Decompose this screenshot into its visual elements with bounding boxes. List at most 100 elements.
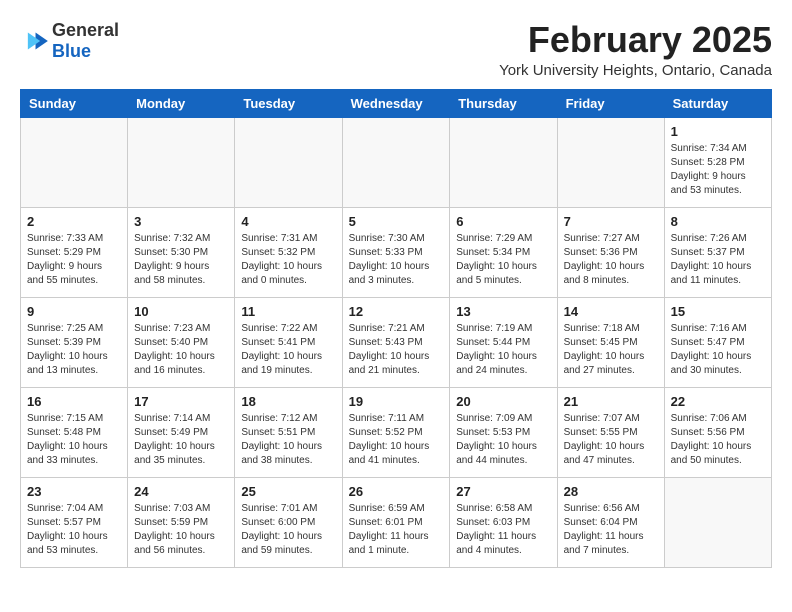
day-info: Sunrise: 7:14 AM Sunset: 5:49 PM Dayligh… bbox=[134, 412, 228, 468]
calendar-week-2: 2 Sunrise: 7:33 AM Sunset: 5:29 PM Daylig… bbox=[21, 207, 772, 297]
day-info: Sunrise: 7:09 AM Sunset: 5:53 PM Dayligh… bbox=[456, 412, 550, 468]
day-number: 25 bbox=[241, 484, 335, 499]
weekday-header-sunday: Sunday bbox=[21, 89, 128, 117]
calendar-cell: 24 Sunrise: 7:03 AM Sunset: 5:59 PM Dayli… bbox=[128, 477, 235, 567]
calendar-cell bbox=[128, 117, 235, 207]
month-year-title: February 2025 bbox=[499, 20, 772, 60]
calendar-cell bbox=[235, 117, 342, 207]
calendar-cell: 21Sunrise: 7:07 AM Sunset: 5:55 PM Dayli… bbox=[557, 387, 664, 477]
day-info: Sunrise: 7:04 AM Sunset: 5:57 PM Dayligh… bbox=[27, 502, 121, 558]
day-info: Sunrise: 7:03 AM Sunset: 5:59 PM Dayligh… bbox=[134, 502, 228, 558]
location-subtitle: York University Heights, Ontario, Canada bbox=[499, 62, 772, 79]
day-number: 5 bbox=[349, 214, 444, 229]
day-info: Sunrise: 7:06 AM Sunset: 5:56 PM Dayligh… bbox=[671, 412, 765, 468]
calendar-cell: 5 Sunrise: 7:30 AM Sunset: 5:33 PM Daylig… bbox=[342, 207, 450, 297]
logo-text: General Blue bbox=[52, 20, 119, 62]
day-info: Sunrise: 7:30 AM Sunset: 5:33 PM Dayligh… bbox=[349, 232, 444, 288]
calendar-cell: 4Sunrise: 7:31 AM Sunset: 5:32 PM Daylig… bbox=[235, 207, 342, 297]
day-number: 24 bbox=[134, 484, 228, 499]
day-info: Sunrise: 7:16 AM Sunset: 5:47 PM Dayligh… bbox=[671, 322, 765, 378]
day-info: Sunrise: 7:11 AM Sunset: 5:52 PM Dayligh… bbox=[349, 412, 444, 468]
day-info: Sunrise: 7:27 AM Sunset: 5:36 PM Dayligh… bbox=[564, 232, 658, 288]
calendar-cell bbox=[21, 117, 128, 207]
day-number: 7 bbox=[564, 214, 658, 229]
day-number: 6 bbox=[456, 214, 550, 229]
calendar-cell: 13Sunrise: 7:19 AM Sunset: 5:44 PM Dayli… bbox=[450, 297, 557, 387]
day-info: Sunrise: 7:07 AM Sunset: 5:55 PM Dayligh… bbox=[564, 412, 658, 468]
day-number: 19 bbox=[349, 394, 444, 409]
calendar-cell: 9 Sunrise: 7:25 AM Sunset: 5:39 PM Daylig… bbox=[21, 297, 128, 387]
day-number: 18 bbox=[241, 394, 335, 409]
day-number: 3 bbox=[134, 214, 228, 229]
day-info: Sunrise: 7:33 AM Sunset: 5:29 PM Dayligh… bbox=[27, 232, 121, 288]
calendar-cell bbox=[557, 117, 664, 207]
day-info: Sunrise: 7:18 AM Sunset: 5:45 PM Dayligh… bbox=[564, 322, 658, 378]
calendar-cell: 3Sunrise: 7:32 AM Sunset: 5:30 PM Daylig… bbox=[128, 207, 235, 297]
weekday-header-thursday: Thursday bbox=[450, 89, 557, 117]
day-number: 27 bbox=[456, 484, 550, 499]
page-header: General Blue February 2025 York Universi… bbox=[20, 20, 772, 79]
calendar-cell: 6 Sunrise: 7:29 AM Sunset: 5:34 PM Daylig… bbox=[450, 207, 557, 297]
weekday-header-wednesday: Wednesday bbox=[342, 89, 450, 117]
calendar-week-5: 23 Sunrise: 7:04 AM Sunset: 5:57 PM Dayli… bbox=[21, 477, 772, 567]
day-info: Sunrise: 7:25 AM Sunset: 5:39 PM Dayligh… bbox=[27, 322, 121, 378]
day-info: Sunrise: 7:22 AM Sunset: 5:41 PM Dayligh… bbox=[241, 322, 335, 378]
calendar-cell: 12 Sunrise: 7:21 AM Sunset: 5:43 PM Dayli… bbox=[342, 297, 450, 387]
title-section: February 2025 York University Heights, O… bbox=[499, 20, 772, 79]
calendar-week-1: 1 Sunrise: 7:34 AM Sunset: 5:28 PM Daylig… bbox=[21, 117, 772, 207]
calendar-cell: 22 Sunrise: 7:06 AM Sunset: 5:56 PM Dayli… bbox=[664, 387, 771, 477]
logo-blue: Blue bbox=[52, 41, 91, 61]
day-number: 15 bbox=[671, 304, 765, 319]
calendar-cell: 7 Sunrise: 7:27 AM Sunset: 5:36 PM Daylig… bbox=[557, 207, 664, 297]
logo: General Blue bbox=[20, 20, 119, 62]
calendar-cell: 25 Sunrise: 7:01 AM Sunset: 6:00 PM Dayli… bbox=[235, 477, 342, 567]
day-info: Sunrise: 7:15 AM Sunset: 5:48 PM Dayligh… bbox=[27, 412, 121, 468]
calendar-cell: 20 Sunrise: 7:09 AM Sunset: 5:53 PM Dayli… bbox=[450, 387, 557, 477]
day-number: 20 bbox=[456, 394, 550, 409]
day-info: Sunrise: 6:58 AM Sunset: 6:03 PM Dayligh… bbox=[456, 502, 550, 558]
day-info: Sunrise: 7:29 AM Sunset: 5:34 PM Dayligh… bbox=[456, 232, 550, 288]
calendar-cell: 16 Sunrise: 7:15 AM Sunset: 5:48 PM Dayli… bbox=[21, 387, 128, 477]
calendar-cell: 28 Sunrise: 6:56 AM Sunset: 6:04 PM Dayli… bbox=[557, 477, 664, 567]
calendar-cell bbox=[342, 117, 450, 207]
logo-icon bbox=[20, 31, 48, 51]
day-number: 22 bbox=[671, 394, 765, 409]
day-number: 1 bbox=[671, 124, 765, 139]
day-info: Sunrise: 7:34 AM Sunset: 5:28 PM Dayligh… bbox=[671, 142, 765, 198]
calendar-cell bbox=[664, 477, 771, 567]
calendar-cell: 27 Sunrise: 6:58 AM Sunset: 6:03 PM Dayli… bbox=[450, 477, 557, 567]
day-number: 23 bbox=[27, 484, 121, 499]
day-number: 26 bbox=[349, 484, 444, 499]
day-number: 14 bbox=[564, 304, 658, 319]
day-number: 12 bbox=[349, 304, 444, 319]
calendar-cell: 19 Sunrise: 7:11 AM Sunset: 5:52 PM Dayli… bbox=[342, 387, 450, 477]
calendar-cell: 17 Sunrise: 7:14 AM Sunset: 5:49 PM Dayli… bbox=[128, 387, 235, 477]
calendar-week-3: 9 Sunrise: 7:25 AM Sunset: 5:39 PM Daylig… bbox=[21, 297, 772, 387]
day-info: Sunrise: 6:59 AM Sunset: 6:01 PM Dayligh… bbox=[349, 502, 444, 558]
calendar-cell: 8 Sunrise: 7:26 AM Sunset: 5:37 PM Daylig… bbox=[664, 207, 771, 297]
calendar-cell: 23 Sunrise: 7:04 AM Sunset: 5:57 PM Dayli… bbox=[21, 477, 128, 567]
calendar-cell: 2 Sunrise: 7:33 AM Sunset: 5:29 PM Daylig… bbox=[21, 207, 128, 297]
calendar-cell: 26 Sunrise: 6:59 AM Sunset: 6:01 PM Dayli… bbox=[342, 477, 450, 567]
calendar-week-4: 16 Sunrise: 7:15 AM Sunset: 5:48 PM Dayli… bbox=[21, 387, 772, 477]
day-number: 28 bbox=[564, 484, 658, 499]
weekday-header-tuesday: Tuesday bbox=[235, 89, 342, 117]
day-number: 2 bbox=[27, 214, 121, 229]
weekday-header-monday: Monday bbox=[128, 89, 235, 117]
day-info: Sunrise: 6:56 AM Sunset: 6:04 PM Dayligh… bbox=[564, 502, 658, 558]
logo-general: General bbox=[52, 20, 119, 40]
calendar-table: SundayMondayTuesdayWednesdayThursdayFrid… bbox=[20, 89, 772, 568]
calendar-cell: 11 Sunrise: 7:22 AM Sunset: 5:41 PM Dayli… bbox=[235, 297, 342, 387]
day-number: 17 bbox=[134, 394, 228, 409]
day-number: 8 bbox=[671, 214, 765, 229]
day-info: Sunrise: 7:21 AM Sunset: 5:43 PM Dayligh… bbox=[349, 322, 444, 378]
weekday-header-row: SundayMondayTuesdayWednesdayThursdayFrid… bbox=[21, 89, 772, 117]
day-number: 9 bbox=[27, 304, 121, 319]
day-info: Sunrise: 7:23 AM Sunset: 5:40 PM Dayligh… bbox=[134, 322, 228, 378]
calendar-cell: 18Sunrise: 7:12 AM Sunset: 5:51 PM Dayli… bbox=[235, 387, 342, 477]
day-info: Sunrise: 7:26 AM Sunset: 5:37 PM Dayligh… bbox=[671, 232, 765, 288]
day-number: 11 bbox=[241, 304, 335, 319]
day-info: Sunrise: 7:01 AM Sunset: 6:00 PM Dayligh… bbox=[241, 502, 335, 558]
calendar-cell: 14 Sunrise: 7:18 AM Sunset: 5:45 PM Dayli… bbox=[557, 297, 664, 387]
day-number: 16 bbox=[27, 394, 121, 409]
